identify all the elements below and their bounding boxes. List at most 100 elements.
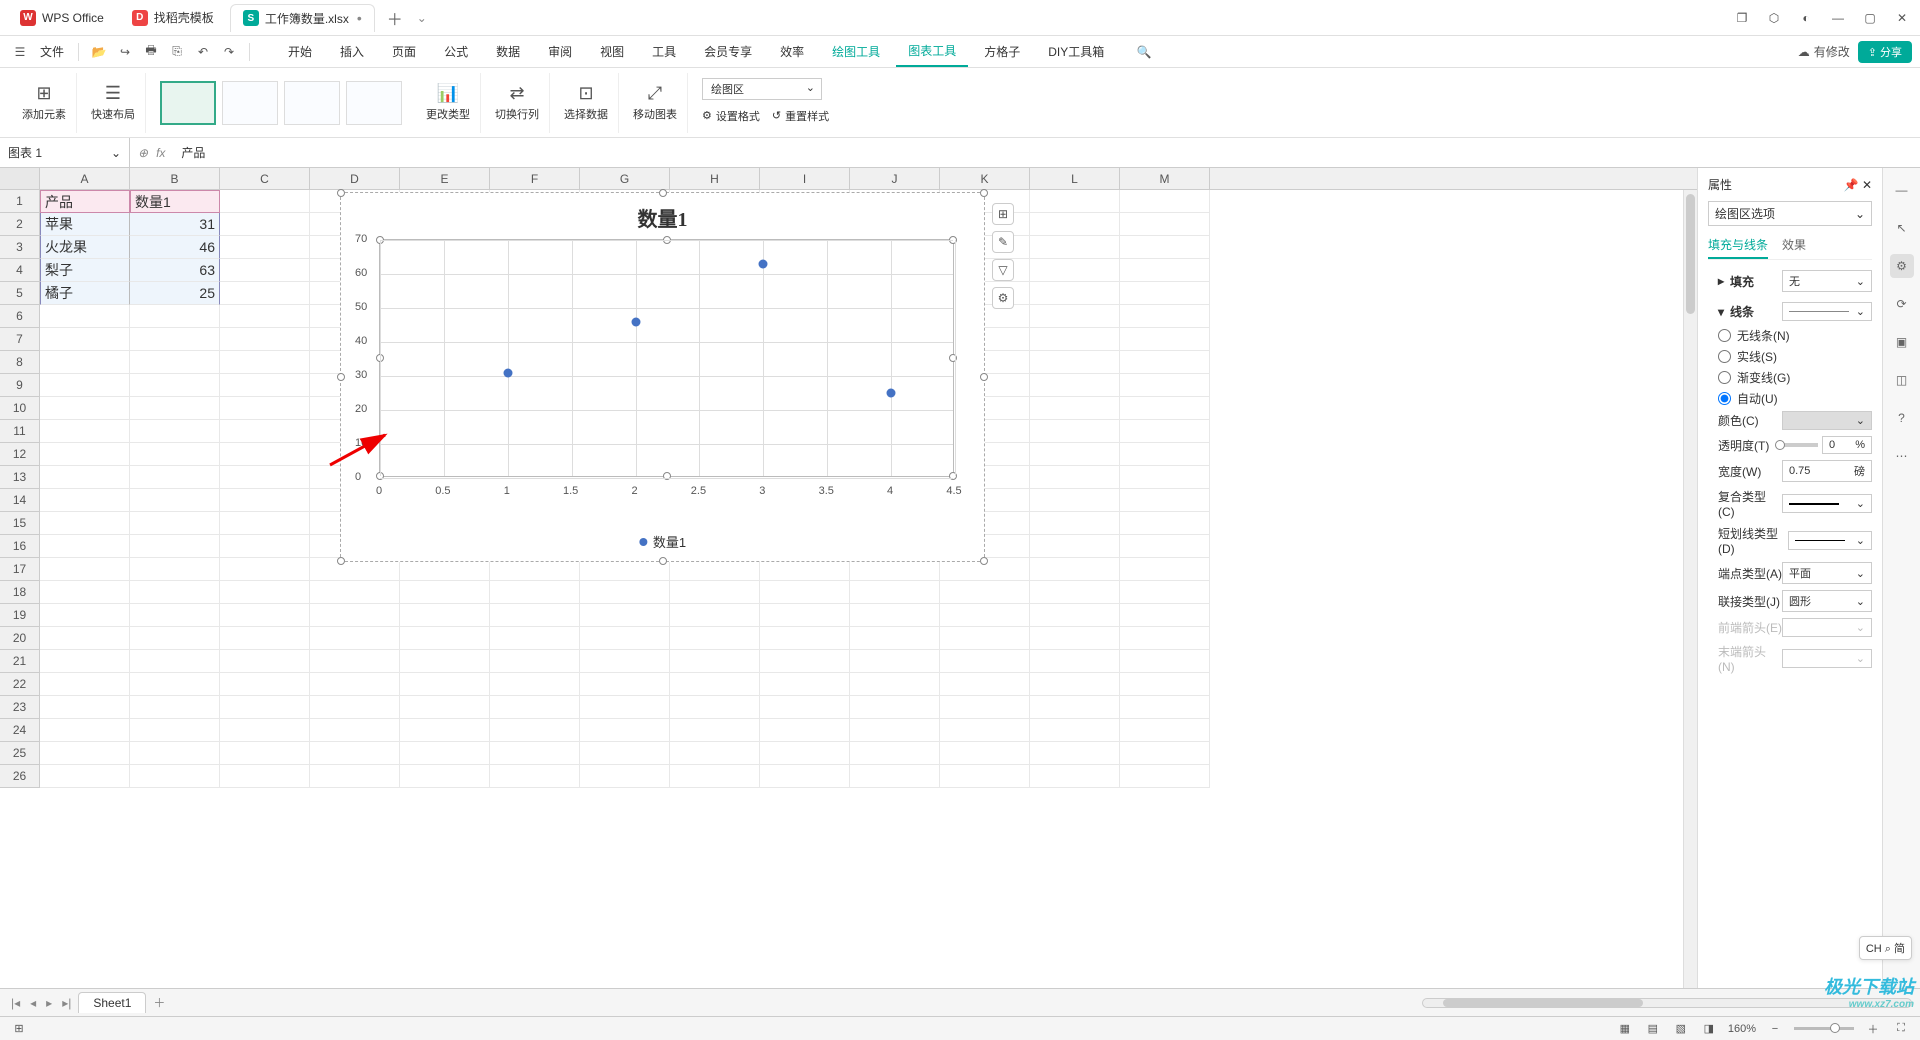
cell[interactable] bbox=[310, 581, 400, 604]
fx-label[interactable]: fx bbox=[156, 146, 165, 160]
file-menu[interactable]: 文件 bbox=[34, 43, 70, 60]
cell[interactable] bbox=[130, 443, 220, 466]
row-header[interactable]: 15 bbox=[0, 512, 40, 535]
col-D[interactable]: D bbox=[310, 168, 400, 189]
tab-grid[interactable]: 方格子 bbox=[972, 37, 1032, 66]
zoom-slider[interactable] bbox=[1794, 1027, 1854, 1030]
cell[interactable] bbox=[1120, 374, 1210, 397]
row-header[interactable]: 1 bbox=[0, 190, 40, 213]
row-header[interactable]: 18 bbox=[0, 581, 40, 604]
backup-icon[interactable]: ⟳ bbox=[1890, 292, 1914, 316]
cell[interactable] bbox=[400, 581, 490, 604]
cell[interactable] bbox=[1120, 328, 1210, 351]
row-header[interactable]: 24 bbox=[0, 719, 40, 742]
cell[interactable] bbox=[1030, 696, 1120, 719]
cell[interactable] bbox=[400, 696, 490, 719]
col-M[interactable]: M bbox=[1120, 168, 1210, 189]
cell[interactable] bbox=[1120, 282, 1210, 305]
cell[interactable] bbox=[220, 443, 310, 466]
cell[interactable] bbox=[40, 581, 130, 604]
cell[interactable] bbox=[760, 673, 850, 696]
cell[interactable] bbox=[850, 650, 940, 673]
opacity-slider[interactable] bbox=[1778, 443, 1818, 447]
cell[interactable] bbox=[220, 190, 310, 213]
window-restore-icon[interactable]: ❐ bbox=[1732, 8, 1752, 28]
close-icon[interactable]: ✕ bbox=[1892, 8, 1912, 28]
cell[interactable] bbox=[130, 535, 220, 558]
row-header[interactable]: 8 bbox=[0, 351, 40, 374]
cell[interactable] bbox=[130, 604, 220, 627]
cell[interactable] bbox=[580, 696, 670, 719]
line-solid-radio[interactable]: 实线(S) bbox=[1708, 348, 1872, 365]
more-icon[interactable]: ⋯ bbox=[1890, 444, 1914, 468]
row-header[interactable]: 19 bbox=[0, 604, 40, 627]
cell[interactable] bbox=[490, 765, 580, 788]
row-header[interactable]: 9 bbox=[0, 374, 40, 397]
cell[interactable] bbox=[400, 719, 490, 742]
cell[interactable] bbox=[130, 466, 220, 489]
col-F[interactable]: F bbox=[490, 168, 580, 189]
spreadsheet[interactable]: A B C D E F G H I J K L M 1产品数量12苹果313火龙… bbox=[0, 168, 1697, 988]
cell[interactable] bbox=[490, 650, 580, 673]
cell[interactable] bbox=[220, 489, 310, 512]
col-A[interactable]: A bbox=[40, 168, 130, 189]
cell[interactable] bbox=[220, 742, 310, 765]
cell[interactable] bbox=[40, 397, 130, 420]
cell[interactable] bbox=[1030, 466, 1120, 489]
horizontal-scrollbar[interactable] bbox=[1422, 998, 1912, 1008]
cell[interactable] bbox=[130, 351, 220, 374]
add-sheet-button[interactable]: ＋ bbox=[150, 994, 168, 1011]
cell[interactable] bbox=[40, 765, 130, 788]
cell[interactable] bbox=[130, 581, 220, 604]
tab-data[interactable]: 数据 bbox=[484, 37, 532, 66]
zoom-out-icon[interactable]: − bbox=[1766, 1020, 1784, 1038]
cell[interactable] bbox=[670, 650, 760, 673]
add-element-button[interactable]: ⊞ 添加元素 bbox=[12, 73, 77, 133]
open-icon[interactable]: 📂 bbox=[87, 40, 111, 64]
cell[interactable] bbox=[130, 489, 220, 512]
cell[interactable] bbox=[940, 673, 1030, 696]
data-point[interactable] bbox=[631, 317, 640, 326]
cell[interactable]: 产品 bbox=[40, 190, 130, 213]
cell[interactable] bbox=[220, 374, 310, 397]
cell[interactable] bbox=[940, 604, 1030, 627]
new-tab-button[interactable]: ＋ bbox=[379, 2, 411, 34]
tab-draw-tools[interactable]: 绘图工具 bbox=[820, 37, 892, 66]
cell[interactable] bbox=[1030, 489, 1120, 512]
collapse-icon[interactable]: — bbox=[1890, 178, 1914, 202]
cell[interactable] bbox=[40, 673, 130, 696]
cell[interactable] bbox=[310, 719, 400, 742]
row-header[interactable]: 25 bbox=[0, 742, 40, 765]
cell[interactable] bbox=[760, 627, 850, 650]
chart-filters-button[interactable]: ▽ bbox=[992, 259, 1014, 281]
cell[interactable] bbox=[220, 305, 310, 328]
row-header[interactable]: 7 bbox=[0, 328, 40, 351]
cell[interactable] bbox=[400, 627, 490, 650]
cell[interactable] bbox=[220, 397, 310, 420]
tab-chart-tools[interactable]: 图表工具 bbox=[896, 36, 968, 67]
col-H[interactable]: H bbox=[670, 168, 760, 189]
col-K[interactable]: K bbox=[940, 168, 1030, 189]
tab-review[interactable]: 审阅 bbox=[536, 37, 584, 66]
cell[interactable] bbox=[1120, 351, 1210, 374]
cell[interactable] bbox=[130, 420, 220, 443]
cell[interactable] bbox=[1030, 765, 1120, 788]
chart-elements-button[interactable]: ⊞ bbox=[992, 203, 1014, 225]
move-chart-button[interactable]: ⤢ 移动图表 bbox=[623, 73, 688, 133]
tab-page[interactable]: 页面 bbox=[380, 37, 428, 66]
data-point[interactable] bbox=[503, 368, 512, 377]
cell[interactable] bbox=[1120, 213, 1210, 236]
cell[interactable] bbox=[670, 742, 760, 765]
cell[interactable] bbox=[310, 696, 400, 719]
row-header[interactable]: 21 bbox=[0, 650, 40, 673]
cell[interactable] bbox=[220, 765, 310, 788]
cell[interactable] bbox=[1030, 673, 1120, 696]
formula-input[interactable]: 产品 bbox=[173, 144, 1920, 161]
view-normal-icon[interactable]: ▦ bbox=[1616, 1020, 1634, 1038]
cube-icon[interactable]: ⬡ bbox=[1764, 8, 1784, 28]
cell[interactable] bbox=[40, 512, 130, 535]
zoom-in-icon[interactable]: ＋ bbox=[1864, 1020, 1882, 1038]
cell[interactable] bbox=[850, 673, 940, 696]
cell[interactable] bbox=[310, 765, 400, 788]
width-input[interactable]: 0.75磅 bbox=[1782, 460, 1872, 482]
